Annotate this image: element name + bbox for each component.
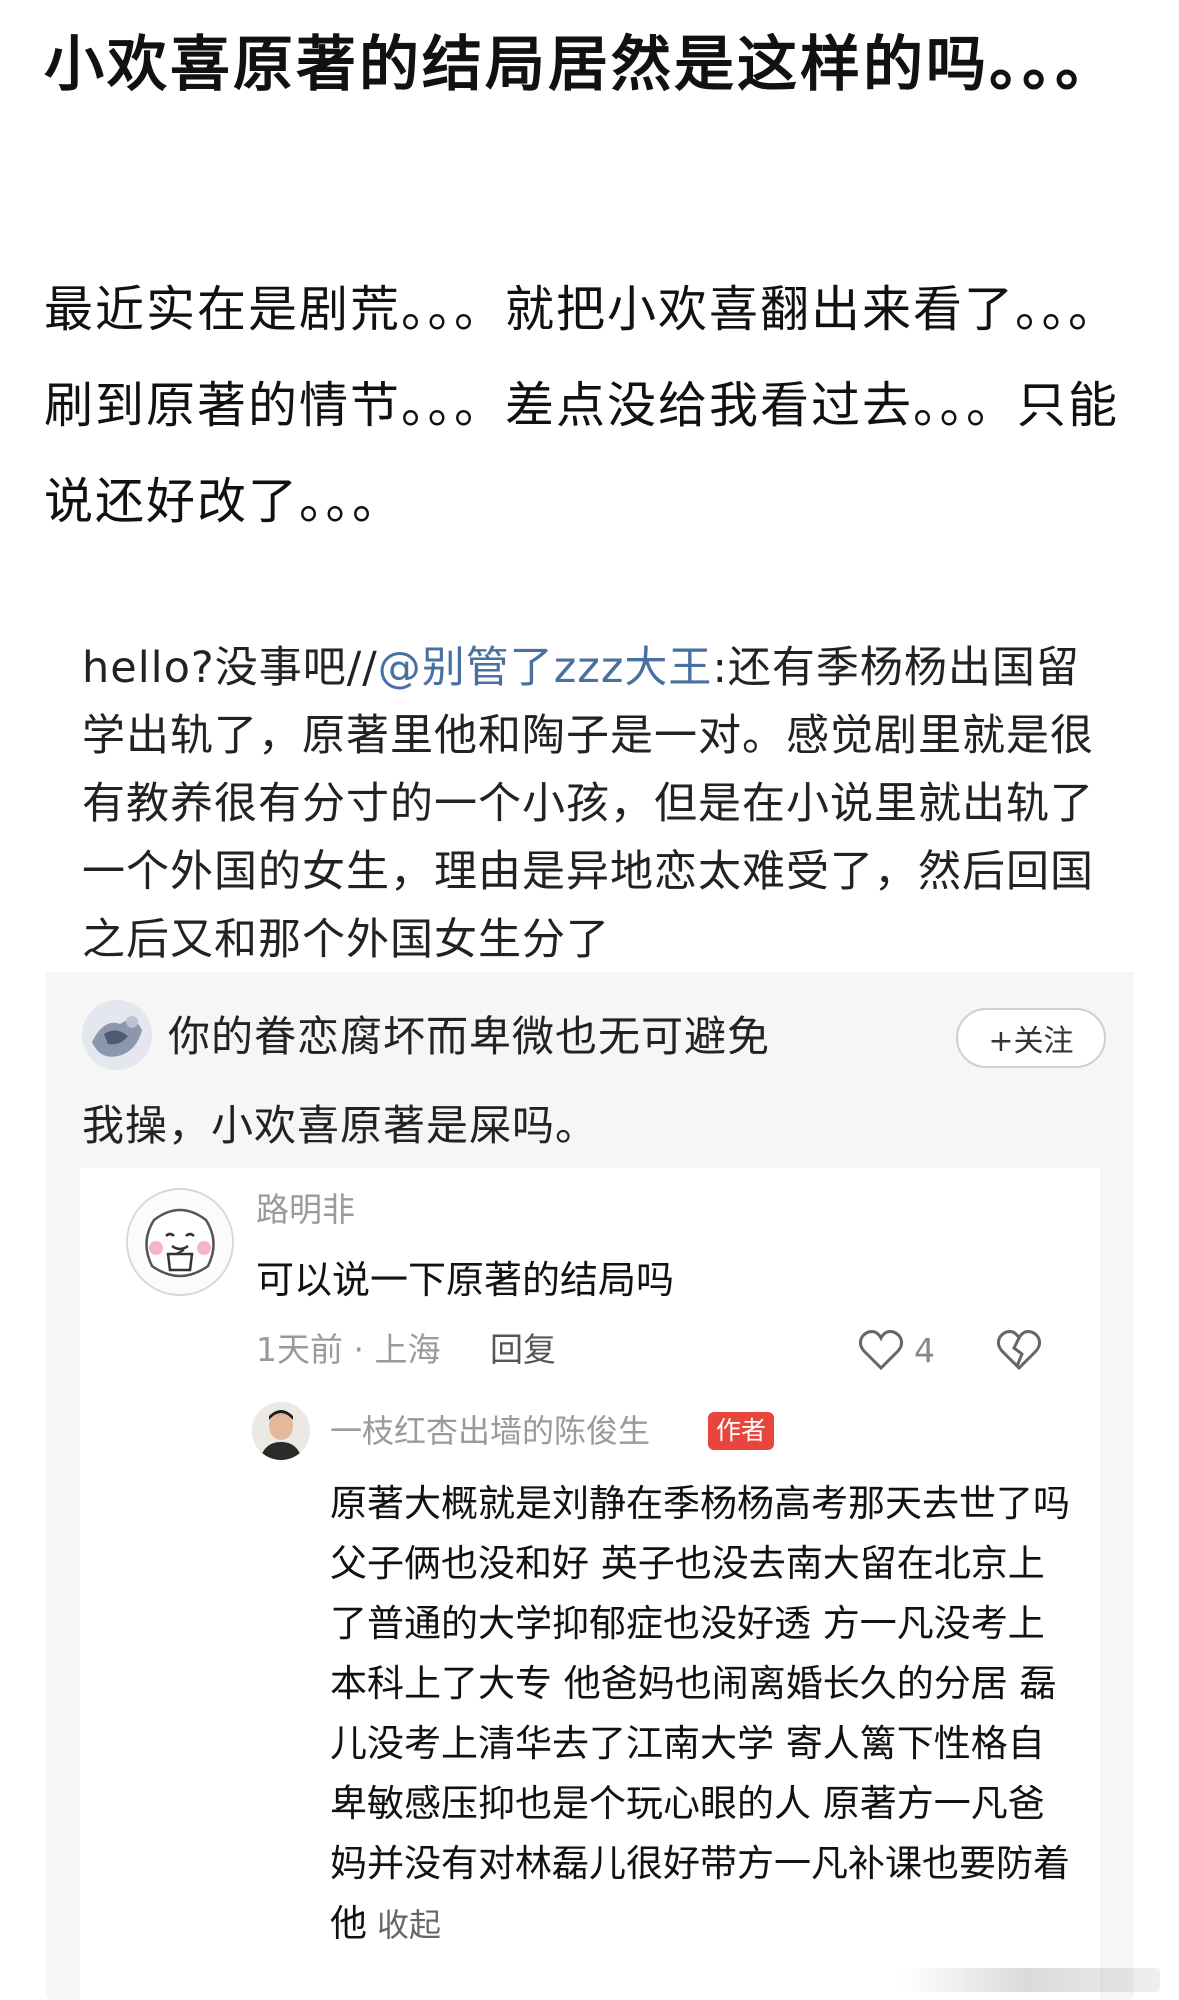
commenter-avatar[interactable] [82,1000,152,1070]
reply-avatar[interactable] [126,1188,234,1296]
author-username[interactable]: 一枝红杏出墙的陈俊生 [330,1408,650,1454]
mention-link[interactable]: @别管了zzz大王 [378,643,713,693]
author-badge: 作者 [708,1412,775,1450]
author-avatar[interactable] [252,1402,310,1460]
repost-text: hello?没事吧//@别管了zzz大王:还有季杨杨出国留学出轨了，原著里他和陶… [82,634,1122,974]
reply-text: 可以说一下原著的结局吗 [256,1258,675,1302]
broken-heart-icon[interactable] [996,1328,1042,1372]
replies-panel: 路明非 可以说一下原著的结局吗 1天前 · 上海 回复 4 一枝红杏出墙的陈俊生… [80,1168,1100,2000]
follow-button[interactable]: +关注 [956,1008,1106,1068]
comment-text: 我操，小欢喜原著是屎吗。 [82,1101,599,1150]
repost-prefix: hello?没事吧// [82,643,378,693]
watermark [900,1968,1160,1992]
heart-outline-icon[interactable] [858,1328,904,1372]
commenter-name[interactable]: 你的眷恋腐坏而卑微也无可避免 [168,1008,770,1066]
repost-box: hello?没事吧//@别管了zzz大王:还有季杨杨出国留学出轨了，原著里他和陶… [46,620,1134,972]
like-count: 4 [914,1331,935,1370]
reply-meta: 1天前 · 上海 [256,1330,441,1369]
reply-button[interactable]: 回复 [490,1326,556,1374]
author-reply-text: 原著大概就是刘静在季杨杨高考那天去世了吗父子俩也没和好 英子也没去南大留在北京上… [330,1474,1070,1955]
author-reply-body: 原著大概就是刘静在季杨杨高考那天去世了吗父子俩也没和好 英子也没去南大留在北京上… [330,1482,1070,1945]
reply-username[interactable]: 路明非 [256,1188,355,1232]
repost-card[interactable]: hello?没事吧//@别管了zzz大王:还有季杨杨出国留学出轨了，原著里他和陶… [46,620,1134,2000]
post-title: 小欢喜原著的结局居然是这样的吗。。。 [44,30,1118,100]
collapse-link[interactable]: 收起 [377,1906,441,1944]
post-body: 最近实在是剧荒。。。就把小欢喜翻出来看了。。。刷到原著的情节。。。差点没给我看过… [44,281,1120,530]
